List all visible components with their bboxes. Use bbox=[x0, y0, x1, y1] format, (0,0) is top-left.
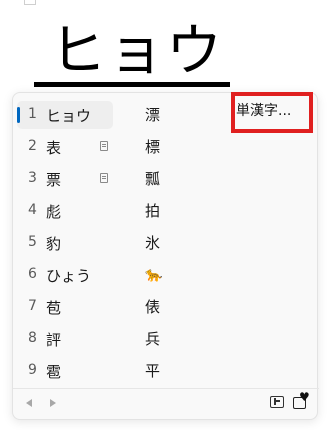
composition-underline bbox=[34, 82, 230, 87]
candidate-item-9[interactable]: 9 雹 bbox=[17, 357, 227, 385]
candidate-text: 苞 bbox=[46, 299, 62, 317]
candidate-item-6[interactable]: 6 ひょう bbox=[17, 261, 227, 289]
emoji-panel-icon[interactable]: ♥ bbox=[293, 390, 310, 410]
candidate-number: 9 bbox=[28, 362, 37, 378]
candidate-number: 2 bbox=[28, 138, 37, 154]
candidate-text: ひょう bbox=[46, 267, 92, 285]
candidate-item-8[interactable]: 8 評 bbox=[17, 325, 227, 353]
selection-indicator bbox=[17, 107, 20, 123]
candidate-number: 8 bbox=[28, 330, 37, 346]
dictionary-icon[interactable] bbox=[100, 141, 108, 151]
heart-icon: ♥ bbox=[299, 390, 310, 404]
candidate-col2-item[interactable]: 拍 bbox=[145, 197, 185, 225]
candidate-item-4[interactable]: 4 彪 bbox=[17, 197, 227, 225]
candidate-panel-icon[interactable] bbox=[270, 396, 284, 408]
candidate-item-1[interactable]: 1 ヒョウ bbox=[17, 101, 113, 129]
candidate-number: 1 bbox=[28, 106, 37, 122]
composition-text: ヒョウ bbox=[50, 19, 224, 84]
candidate-text: 票 bbox=[46, 171, 62, 189]
candidate-text: 雹 bbox=[46, 363, 62, 381]
candidate-text: 豹 bbox=[46, 235, 62, 253]
candidate-window: 1 ヒョウ 2 表 3 票 4 彪 5 豹 6 ひょう 7 苞 8 評 9 雹 … bbox=[12, 92, 319, 420]
candidate-text: 評 bbox=[46, 331, 62, 349]
composition-area: ヒョウ bbox=[34, 18, 234, 88]
candidate-item-2[interactable]: 2 表 bbox=[17, 133, 227, 161]
candidate-item-5[interactable]: 5 豹 bbox=[17, 229, 227, 257]
candidate-text: ヒョウ bbox=[46, 107, 92, 125]
chevron-left-icon[interactable] bbox=[26, 399, 32, 407]
candidate-col2-item[interactable]: 平 bbox=[145, 357, 185, 385]
ime-candidate-screen: ヒョウ 1 ヒョウ 2 表 3 票 4 彪 5 豹 6 ひょう 7 苞 8 評 … bbox=[0, 0, 336, 430]
document-corner bbox=[24, 0, 36, 5]
candidate-col2-item[interactable]: 兵 bbox=[145, 325, 185, 353]
candidate-col2-item[interactable]: 瓢 bbox=[145, 165, 185, 193]
candidate-number: 4 bbox=[28, 202, 37, 218]
single-kanji-button[interactable]: 単漢字... bbox=[236, 100, 291, 120]
dictionary-icon[interactable] bbox=[100, 173, 108, 183]
candidate-number: 5 bbox=[28, 234, 37, 250]
candidate-col2-item[interactable]: 標 bbox=[145, 133, 185, 161]
candidate-col2-item[interactable]: 🐆 bbox=[145, 261, 185, 289]
candidate-number: 3 bbox=[28, 170, 37, 186]
candidate-footer: ♥ bbox=[13, 388, 319, 419]
candidate-col2-item[interactable]: 漂 bbox=[145, 101, 185, 129]
candidate-col2-item[interactable]: 俵 bbox=[145, 293, 185, 321]
candidate-text: 彪 bbox=[46, 203, 62, 221]
candidate-item-7[interactable]: 7 苞 bbox=[17, 293, 227, 321]
candidate-text: 表 bbox=[46, 139, 62, 157]
candidate-number: 7 bbox=[28, 298, 37, 314]
candidate-col2-item[interactable]: 氷 bbox=[145, 229, 185, 257]
chevron-right-icon[interactable] bbox=[50, 399, 56, 407]
candidate-number: 6 bbox=[28, 266, 37, 282]
candidate-item-3[interactable]: 3 票 bbox=[17, 165, 227, 193]
